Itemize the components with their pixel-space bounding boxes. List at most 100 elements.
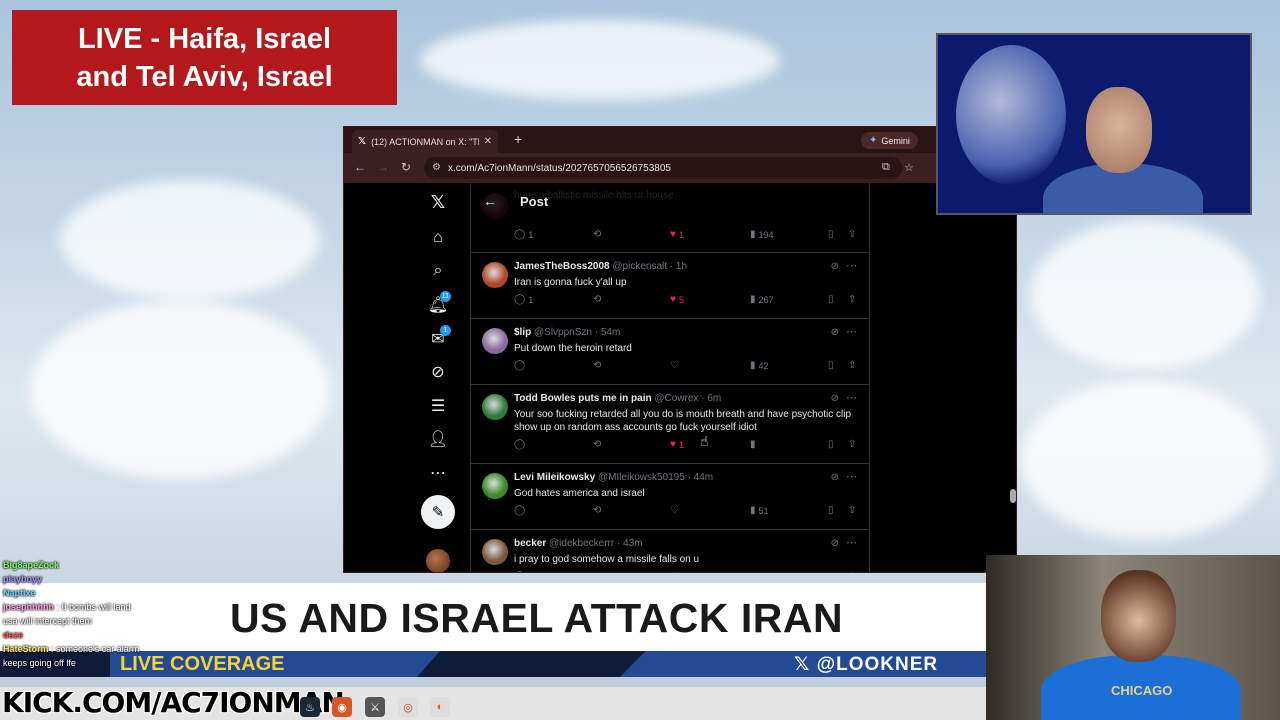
like-button[interactable]: ♥ 1 xyxy=(670,439,684,450)
reply-button[interactable]: ◯ xyxy=(514,439,528,450)
share-icon: ⇪ xyxy=(848,294,857,305)
handle[interactable]: @MIleikowsk50195 · 44m xyxy=(598,472,713,483)
install-app-icon[interactable]: ⧉ xyxy=(882,161,890,174)
firefox-icon[interactable]: ◐ xyxy=(430,697,450,717)
like-button[interactable]: ♡ xyxy=(670,360,682,371)
home-icon[interactable]: ⌂ xyxy=(423,223,453,253)
views-button[interactable]: ▮ 194 xyxy=(750,229,774,240)
profile-icon[interactable]: 👤︎ xyxy=(423,424,453,454)
bookmark-button[interactable]: ▯ xyxy=(828,360,834,371)
like-button[interactable]: ♥ 5 xyxy=(670,294,684,305)
bookmark-button[interactable]: ▯ xyxy=(828,294,834,305)
game-icon[interactable]: ⚔ xyxy=(365,697,385,717)
like-button[interactable]: ♥ 1 xyxy=(670,229,684,240)
views-button[interactable]: ▮ 42 xyxy=(750,360,769,371)
gemini-button[interactable]: ✦ Gemini xyxy=(861,132,918,149)
search-icon[interactable]: ⌕ xyxy=(423,256,453,286)
bookmark-star-icon[interactable]: ☆ xyxy=(904,161,914,174)
views-button[interactable]: ▮ 51 xyxy=(750,505,769,516)
share-button[interactable]: ⇪ xyxy=(848,571,856,572)
back-icon[interactable]: ← xyxy=(354,160,366,174)
scrollbar[interactable] xyxy=(1010,489,1016,503)
reply-button[interactable]: ◯ xyxy=(514,505,528,516)
views-button[interactable]: ▮ 267 xyxy=(750,294,774,305)
share-button[interactable]: ⇪ xyxy=(848,505,856,516)
grok-explain-icon[interactable]: ⊘ xyxy=(831,538,839,549)
bookmark-button[interactable]: ▯ xyxy=(828,229,834,240)
reply-button[interactable]: ◯ xyxy=(514,360,528,371)
close-tab-icon[interactable]: ✕ xyxy=(484,136,492,147)
tweet[interactable]: $lip @SlvppnSzn · 54m ⊘ ⋯ Put down the h… xyxy=(471,319,869,385)
more-options-icon[interactable]: ⋯ xyxy=(846,325,857,338)
more-options-icon[interactable]: ⋯ xyxy=(846,536,857,549)
handle[interactable]: @pickensalt · 1h xyxy=(612,261,687,272)
grok-explain-icon[interactable]: ⊘ xyxy=(831,261,839,272)
repost-button[interactable]: ⟲ xyxy=(593,229,604,240)
share-button[interactable]: ⇪ xyxy=(848,229,856,240)
avatar[interactable] xyxy=(482,539,508,565)
tweet[interactable]: becker @idekbeckerrr · 43m ⊘ ⋯ i pray to… xyxy=(471,530,869,572)
app-icon[interactable]: ◉ xyxy=(332,697,352,717)
bookmark-button[interactable]: ▯ xyxy=(828,439,834,450)
display-name[interactable]: Levi Mileikowsky xyxy=(514,472,595,483)
bookmark-button[interactable]: ▯ xyxy=(828,505,834,516)
repost-button[interactable]: ⟲ xyxy=(593,439,604,450)
compose-post-button[interactable]: ✎ xyxy=(421,495,455,529)
avatar[interactable] xyxy=(482,394,508,420)
forward-icon[interactable]: → xyxy=(377,160,389,174)
mouse-cursor-icon: ☝ xyxy=(700,433,709,449)
grok-icon[interactable]: ⊘ xyxy=(423,357,453,387)
display-name[interactable]: Todd Bowles puts me in pain xyxy=(514,393,652,404)
grok-explain-icon[interactable]: ⊘ xyxy=(831,472,839,483)
browser-tab[interactable]: 𝕏 (12) ACTIONMAN on X: "This is ✕ xyxy=(352,130,498,153)
handle[interactable]: @idekbeckerrr · 43m xyxy=(549,538,643,549)
tweet[interactable]: Todd Bowles puts me in pain @Cowrex · 6m… xyxy=(471,385,869,464)
more-options-icon[interactable]: ⋯ xyxy=(846,470,857,483)
reply-button[interactable]: ◯ 1 xyxy=(514,229,533,240)
new-tab-button[interactable]: + xyxy=(514,131,522,147)
repost-button[interactable]: ⟲ xyxy=(593,294,604,305)
avatar[interactable] xyxy=(482,328,508,354)
x-logo-icon[interactable]: 𝕏 xyxy=(423,187,453,217)
handle[interactable]: @SlvppnSzn · 54m xyxy=(534,327,620,338)
site-info-icon[interactable]: ⚙ xyxy=(432,162,441,173)
like-button[interactable]: ♡ xyxy=(670,571,682,572)
grok-explain-icon[interactable]: ⊘ xyxy=(831,327,839,338)
share-button[interactable]: ⇪ xyxy=(848,294,856,305)
repost-button[interactable]: ⟲ xyxy=(593,360,604,371)
bookmark-button[interactable]: ▯ xyxy=(828,571,834,572)
avatar[interactable] xyxy=(482,262,508,288)
reply-icon: ◯ xyxy=(514,571,525,572)
address-bar[interactable]: ⚙ x.com/Ac7ionMann/status/20276570565267… xyxy=(424,157,902,179)
account-avatar[interactable] xyxy=(426,549,450,572)
notifications-icon[interactable]: 🔔︎ 11 xyxy=(423,290,453,320)
grok-explain-icon[interactable]: ⊘ xyxy=(831,393,839,404)
more-options-icon[interactable]: ⋯ xyxy=(423,458,453,488)
handle[interactable]: @Cowrex · 6m xyxy=(654,393,721,404)
share-button[interactable]: ⇪ xyxy=(848,360,856,371)
display-name[interactable]: becker xyxy=(514,538,546,549)
messages-icon[interactable]: ✉ 1 xyxy=(423,324,453,354)
chrome-icon[interactable]: ◎ xyxy=(398,697,418,717)
live-banner-line1: LIVE - Haifa, Israel xyxy=(77,22,332,55)
repost-button[interactable]: ⟲ xyxy=(593,505,604,516)
views-button[interactable]: ▮ xyxy=(750,571,759,572)
reload-icon[interactable]: ↻ xyxy=(401,160,411,174)
like-button[interactable]: ♡ xyxy=(670,505,682,516)
more-options-icon[interactable]: ⋯ xyxy=(846,391,857,404)
tweet[interactable]: JamesTheBoss2008 @pickensalt · 1h ⊘ ⋯ Ir… xyxy=(471,253,869,319)
lists-icon[interactable]: ☰ xyxy=(423,391,453,421)
tweet[interactable]: Levi Mileikowsky @MIleikowsk50195 · 44m … xyxy=(471,464,869,530)
steam-icon[interactable]: ♨ xyxy=(300,697,320,717)
more-options-icon[interactable]: ⋯ xyxy=(846,259,857,272)
display-name[interactable]: $lip xyxy=(514,327,531,338)
tweet-actions: ◯ ⟲ ♡ ▮ 42 ▯ ⇪ xyxy=(514,360,860,374)
reply-button[interactable]: ◯ xyxy=(514,571,528,572)
share-button[interactable]: ⇪ xyxy=(848,439,856,450)
repost-button[interactable]: ⟲ xyxy=(593,571,604,572)
avatar[interactable] xyxy=(482,473,508,499)
views-button[interactable]: ▮ xyxy=(750,439,759,450)
reply-button[interactable]: ◯ 1 xyxy=(514,294,533,305)
display-name[interactable]: JamesTheBoss2008 xyxy=(514,261,610,272)
back-arrow-icon[interactable]: ← xyxy=(483,193,497,209)
